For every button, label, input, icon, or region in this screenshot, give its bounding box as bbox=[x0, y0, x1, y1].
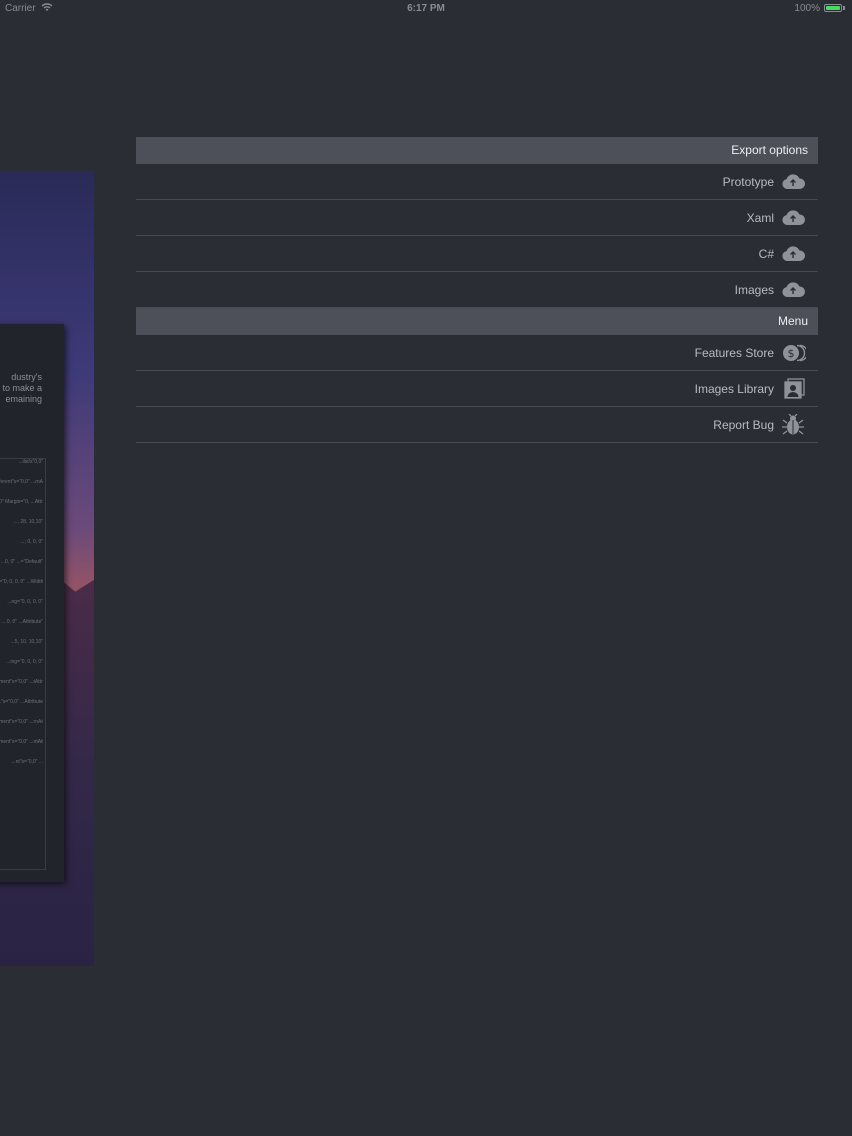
status-bar: Carrier 6:17 PM 100% bbox=[0, 0, 852, 18]
battery-level-fill bbox=[826, 6, 840, 10]
export-options-header: Export options bbox=[136, 137, 818, 164]
menu-header: Menu bbox=[136, 308, 818, 335]
preview-code-line: ...ilst/s"0,0" bbox=[18, 459, 43, 465]
preview-code-line: ...0, 0" ...="Default" bbox=[0, 559, 43, 565]
export-xaml-label: Xaml bbox=[746, 211, 774, 225]
report-bug-label: Report Bug bbox=[713, 418, 774, 432]
cloud-upload-icon bbox=[780, 207, 806, 229]
export-xaml-row[interactable]: Xaml bbox=[136, 200, 818, 236]
preview-doc-line: emaining bbox=[5, 394, 42, 404]
cloud-upload-icon bbox=[780, 279, 806, 301]
preview-code-line: ...nt"s="0,0" ... bbox=[11, 759, 43, 765]
images-library-label: Images Library bbox=[694, 382, 774, 396]
preview-code-line: ...ng="0, 0, 0, 0" bbox=[7, 599, 43, 605]
preview-code-line: ...5, 10, 10,10" bbox=[10, 639, 43, 645]
export-csharp-label: C# bbox=[758, 247, 774, 261]
export-images-label: Images bbox=[734, 283, 774, 297]
preview-code-line: ..."s="0,0" ...Attribute bbox=[0, 699, 43, 705]
report-bug-row[interactable]: Report Bug bbox=[136, 407, 818, 443]
preview-code-line: ...ing="0, 0, 0, 0" bbox=[6, 659, 43, 665]
svg-text:$: $ bbox=[788, 347, 795, 360]
cloud-upload-icon bbox=[780, 171, 806, 193]
preview-code-line: ... 0, 0" ...Attribute" bbox=[1, 619, 43, 625]
features-store-row[interactable]: Features Store $ bbox=[136, 335, 818, 371]
export-prototype-row[interactable]: Prototype bbox=[136, 164, 818, 200]
bug-icon bbox=[780, 413, 806, 436]
photo-library-icon bbox=[780, 378, 806, 400]
preview-code-line: ...; 0, 0, 0" bbox=[20, 539, 43, 545]
coins-icon: $ bbox=[780, 342, 809, 364]
preview-code-line: ...ment"s="0,0" ...rnAttribute bbox=[0, 719, 43, 725]
preview-code-block: ...ilst/s"0,0" ...ferent"s="0,0" ...rnAtt… bbox=[0, 458, 46, 870]
features-store-label: Features Store bbox=[694, 346, 774, 360]
export-csharp-row[interactable]: C# bbox=[136, 236, 818, 272]
preview-code-line: ...ferent"s="0,0" ...rnAttribute bbox=[0, 479, 43, 485]
battery-percentage: 100% bbox=[794, 3, 820, 14]
preview-code-line: ...="0, 0, 0, 0" ...Width"Default" bbox=[0, 579, 43, 585]
preview-doc-text: dustry's to make a emaining bbox=[0, 372, 42, 405]
preview-code-line: ..., 28, 10,10" bbox=[13, 519, 43, 525]
side-menu: Export options Prototype Xaml C# Images … bbox=[136, 137, 818, 443]
images-library-row[interactable]: Images Library bbox=[136, 371, 818, 407]
design-preview[interactable]: dustry's to make a emaining ...ilst/s"0,… bbox=[0, 171, 94, 966]
preview-doc-line: dustry's bbox=[11, 372, 42, 382]
cloud-upload-icon bbox=[780, 243, 806, 265]
preview-code-line: ...0" Margin="0, ...Attribute" bbox=[0, 499, 43, 505]
preview-code-line: ...ment"s="0,0" ...tAttribute bbox=[0, 679, 43, 685]
export-images-row[interactable]: Images bbox=[136, 272, 818, 308]
status-time: 6:17 PM bbox=[407, 3, 445, 14]
preview-code-line: ...ment"s="0,0" ...ntAttribute bbox=[0, 739, 43, 745]
export-prototype-label: Prototype bbox=[722, 175, 774, 189]
preview-document-card: dustry's to make a emaining ...ilst/s"0,… bbox=[0, 324, 64, 882]
battery-tip bbox=[843, 6, 845, 10]
preview-doc-line: to make a bbox=[2, 383, 42, 393]
battery-icon bbox=[824, 4, 842, 12]
